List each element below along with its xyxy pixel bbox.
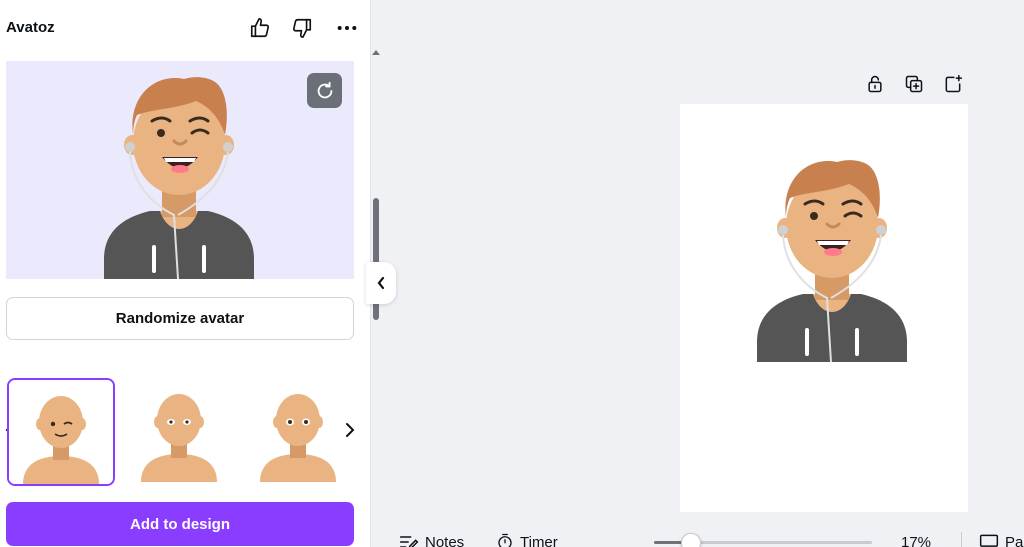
design-page[interactable] — [680, 104, 968, 512]
refresh-button[interactable] — [307, 73, 342, 108]
notes-label: Notes — [425, 533, 465, 547]
add-page-icon — [945, 74, 963, 93]
more-icon — [337, 25, 357, 31]
zoom-level[interactable]: 17% — [901, 534, 931, 547]
caret-up-icon — [372, 50, 380, 55]
carousel-next-button[interactable] — [343, 420, 357, 440]
expression-option-neutral[interactable] — [246, 378, 354, 486]
chevron-left-icon — [377, 276, 385, 290]
avatar-thumbnail — [246, 378, 350, 482]
timer-button[interactable]: Timer — [496, 532, 558, 547]
avatar-panel: Avatoz Randomize avatar Add to design — [0, 0, 371, 547]
zoom-slider[interactable] — [654, 533, 872, 547]
thumbs-down-button[interactable] — [289, 15, 315, 41]
zoom-slider-handle[interactable] — [681, 533, 701, 547]
add-page-button[interactable] — [941, 72, 965, 96]
duplicate-icon — [905, 75, 923, 93]
refresh-icon — [317, 81, 332, 98]
lock-icon — [868, 75, 882, 93]
pages-label: Pa — [1005, 533, 1024, 547]
expression-option-wink[interactable] — [7, 378, 115, 486]
thumbs-up-icon — [250, 18, 270, 38]
timer-label: Timer — [520, 533, 558, 547]
randomize-avatar-button[interactable]: Randomize avatar — [6, 297, 354, 340]
bottom-bar-divider — [961, 532, 962, 547]
expression-carousel — [0, 376, 371, 488]
panel-header: Avatoz — [0, 0, 371, 58]
lock-page-button[interactable] — [863, 72, 887, 96]
expression-option-neutral[interactable] — [127, 378, 235, 486]
duplicate-page-button[interactable] — [902, 72, 926, 96]
notes-icon — [399, 536, 419, 547]
avatar-illustration — [104, 77, 254, 279]
avatar-thumbnail — [9, 380, 113, 484]
app-title: Avatoz — [6, 19, 55, 36]
chevron-right-icon — [346, 423, 355, 437]
thumbs-up-button[interactable] — [247, 15, 273, 41]
thumbs-down-icon — [292, 18, 312, 38]
bottom-bar: Notes Timer 17% Pa — [383, 522, 1024, 547]
avatar-thumbnail — [127, 378, 231, 482]
scroll-up-arrow[interactable] — [372, 42, 380, 55]
collapse-panel-button[interactable] — [366, 262, 396, 304]
avatar-illustration — [757, 160, 907, 362]
timer-icon — [498, 533, 512, 547]
pages-icon — [979, 534, 999, 547]
more-options-button[interactable] — [334, 15, 360, 41]
avatar-preview — [6, 61, 354, 279]
notes-button[interactable]: Notes — [399, 532, 464, 547]
pages-button[interactable]: Pa — [979, 532, 1023, 547]
add-to-design-button[interactable]: Add to design — [6, 502, 354, 546]
